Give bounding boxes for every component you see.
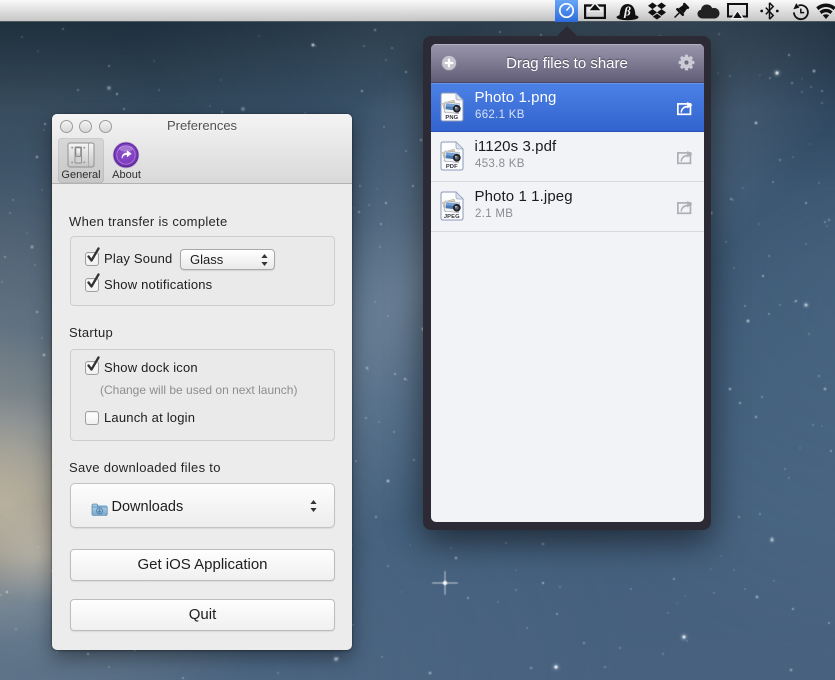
svg-text:JPEG: JPEG: [443, 214, 459, 220]
svg-text:PNG: PNG: [445, 115, 458, 121]
svg-text:β: β: [623, 4, 631, 19]
svg-text:PDF: PDF: [445, 164, 457, 170]
